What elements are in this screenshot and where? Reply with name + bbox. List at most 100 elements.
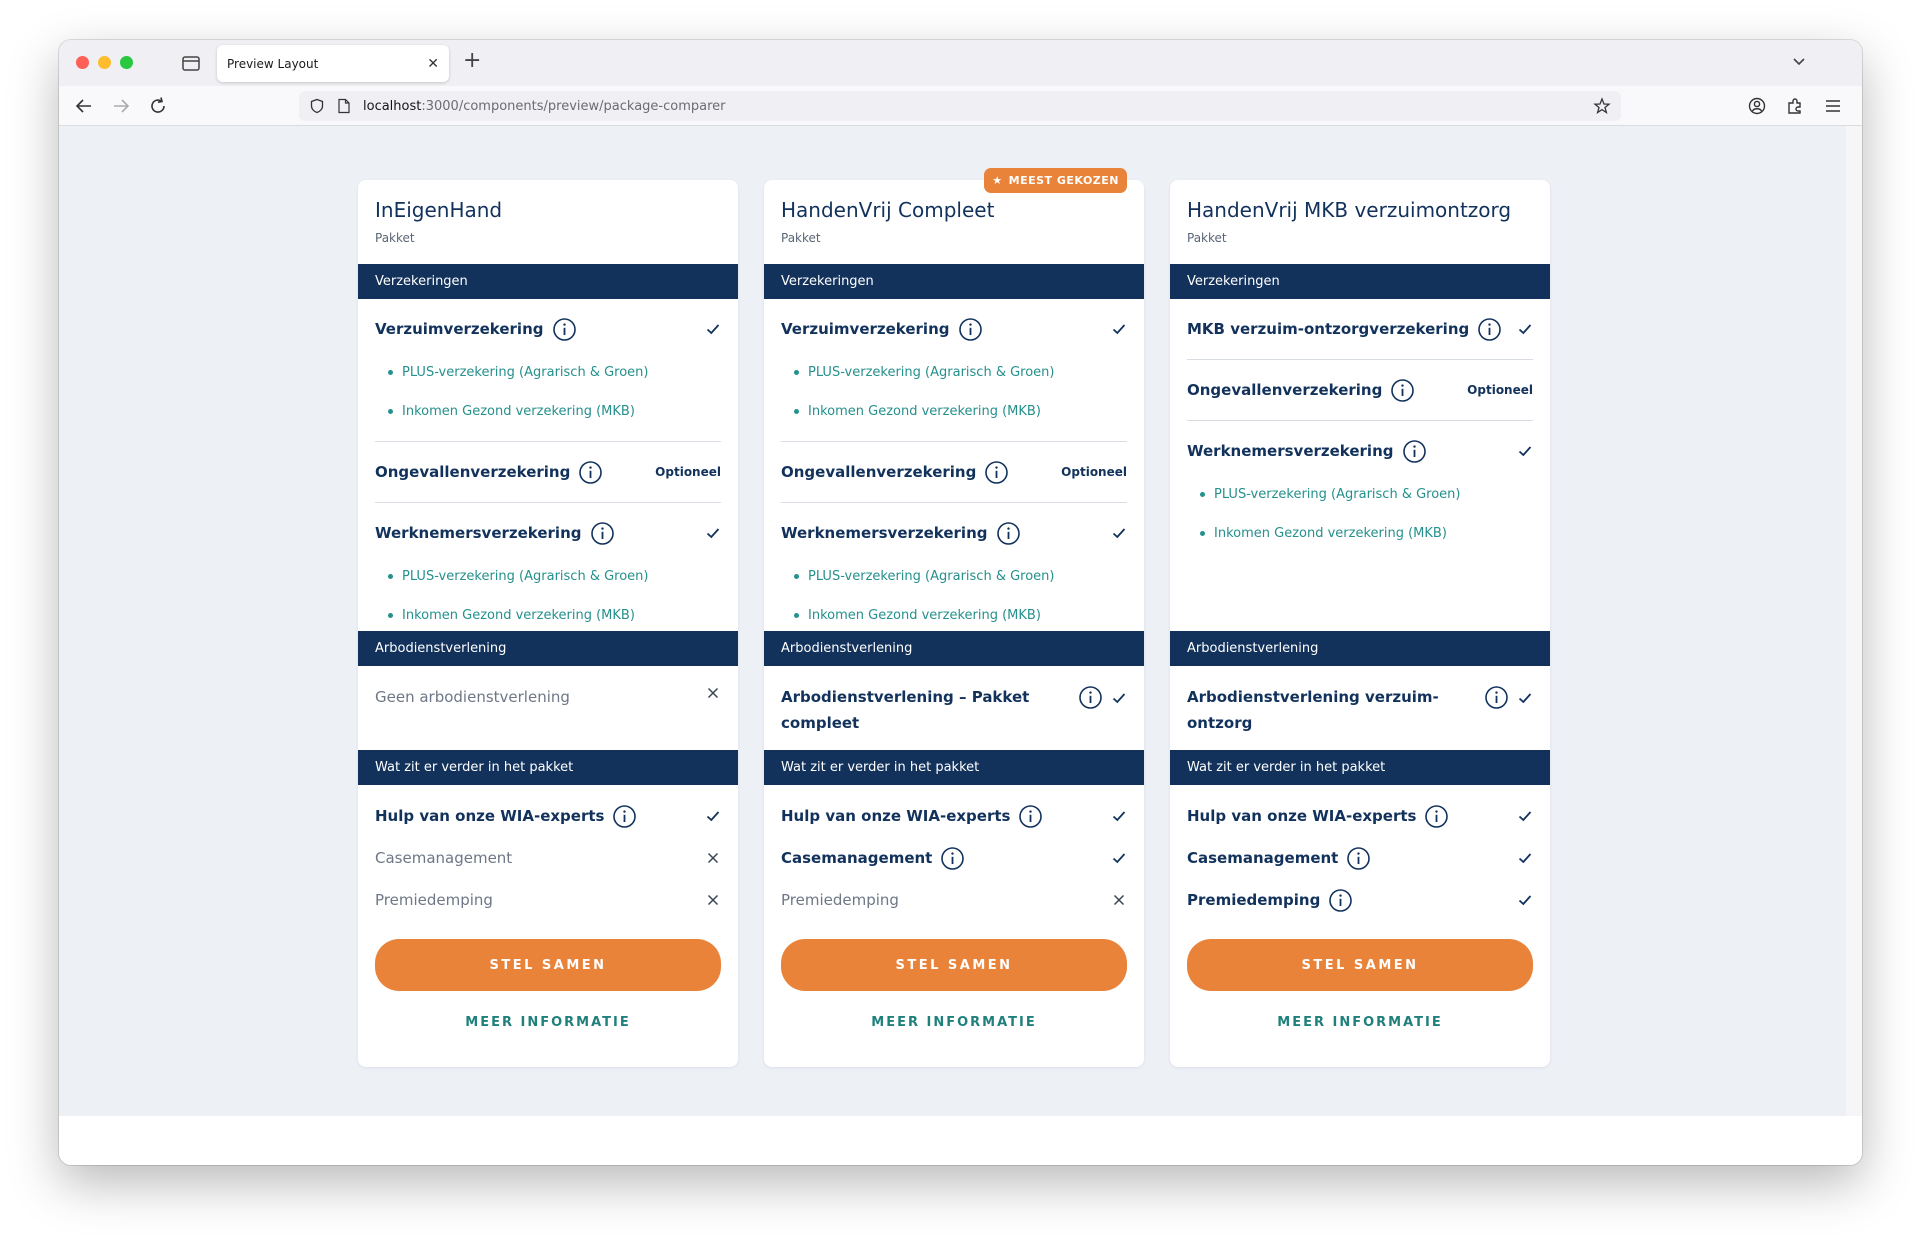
info-icon[interactable] bbox=[1018, 804, 1043, 829]
package-title: InEigenHand bbox=[375, 198, 503, 222]
stel-samen-button[interactable]: STEL SAMEN bbox=[1187, 939, 1533, 991]
info-icon[interactable] bbox=[984, 460, 1009, 485]
insurances-section: Verzuimverzekering PLUS-verzekering (Agra… bbox=[358, 299, 738, 631]
list-item[interactable]: PLUS-verzekering (Agrarisch & Groen) bbox=[388, 353, 721, 392]
toolbar-icons bbox=[1746, 95, 1844, 117]
tab-list-icon[interactable] bbox=[180, 52, 202, 74]
info-icon[interactable] bbox=[578, 460, 603, 485]
card-header: InEigenHand Pakket bbox=[358, 180, 738, 264]
extra-section: Hulp van onze WIA-experts Casemanagement P… bbox=[764, 795, 1144, 1030]
navigation-bar: localhost:3000/components/preview/packag… bbox=[59, 86, 1862, 126]
check-icon bbox=[1518, 692, 1532, 703]
extra-label: Hulp van onze WIA-experts bbox=[375, 804, 637, 829]
arbo-row: Geen arbodienstverlening bbox=[375, 666, 721, 710]
extensions-icon[interactable] bbox=[1784, 95, 1806, 117]
insurance-name: Werknemersverzekering bbox=[375, 524, 582, 542]
insurance-label: Ongevallenverzekering bbox=[1187, 378, 1415, 403]
info-icon[interactable] bbox=[1390, 378, 1415, 403]
list-item[interactable]: PLUS-verzekering (Agrarisch & Groen) bbox=[794, 353, 1127, 392]
scrollbar[interactable] bbox=[1846, 126, 1862, 1116]
insurance-label: Ongevallenverzekering bbox=[781, 460, 1009, 485]
list-item[interactable]: PLUS-verzekering (Agrarisch & Groen) bbox=[388, 557, 721, 596]
extra-row: Hulp van onze WIA-experts bbox=[781, 795, 1127, 837]
list-item[interactable]: Inkomen Gezond verzekering (MKB) bbox=[1200, 514, 1533, 553]
url-host: localhost bbox=[363, 98, 422, 114]
window-controls bbox=[76, 56, 133, 69]
close-icon[interactable]: ✕ bbox=[427, 56, 439, 72]
url-bar[interactable]: localhost:3000/components/preview/packag… bbox=[299, 91, 1621, 121]
list-item[interactable]: Inkomen Gezond verzekering (MKB) bbox=[388, 596, 721, 635]
check-icon bbox=[706, 528, 720, 539]
zoom-window-button[interactable] bbox=[120, 56, 133, 69]
info-icon[interactable] bbox=[1328, 888, 1353, 913]
list-item[interactable]: Inkomen Gezond verzekering (MKB) bbox=[388, 392, 721, 431]
stel-samen-button[interactable]: STEL SAMEN bbox=[375, 939, 721, 991]
info-icon[interactable] bbox=[1424, 804, 1449, 829]
meer-informatie-link[interactable]: MEER INFORMATIE bbox=[781, 1015, 1127, 1030]
insurance-name: Ongevallenverzekering bbox=[781, 463, 977, 481]
insurance-row: Werknemersverzekering bbox=[1187, 421, 1533, 481]
minimize-window-button[interactable] bbox=[98, 56, 111, 69]
info-icon[interactable] bbox=[940, 846, 965, 871]
section-header-insurances: Verzekeringen bbox=[764, 264, 1144, 299]
package-title: HandenVrij Compleet bbox=[781, 198, 995, 222]
arbo-section: Geen arbodienstverlening bbox=[358, 666, 738, 750]
check-icon bbox=[1518, 446, 1532, 457]
package-subtitle: Pakket bbox=[375, 231, 415, 245]
check-icon bbox=[1518, 811, 1532, 822]
meer-informatie-link[interactable]: MEER INFORMATIE bbox=[1187, 1015, 1533, 1030]
stel-samen-button[interactable]: STEL SAMEN bbox=[781, 939, 1127, 991]
extra-name: Premiedemping bbox=[781, 891, 899, 909]
chevron-down-icon[interactable] bbox=[1790, 52, 1808, 70]
back-arrow-icon[interactable] bbox=[73, 95, 95, 117]
info-icon[interactable] bbox=[996, 521, 1021, 546]
check-icon bbox=[1112, 811, 1126, 822]
info-icon[interactable] bbox=[612, 804, 637, 829]
extra-label: Casemanagement bbox=[781, 846, 965, 871]
cross-icon bbox=[707, 852, 719, 864]
insurance-name: Ongevallenverzekering bbox=[375, 463, 571, 481]
tab-preview-layout[interactable]: Preview Layout ✕ bbox=[217, 45, 449, 82]
insurance-label: Ongevallenverzekering bbox=[375, 460, 603, 485]
info-icon[interactable] bbox=[958, 317, 983, 342]
extra-name: Hulp van onze WIA-experts bbox=[1187, 807, 1417, 825]
info-icon[interactable] bbox=[1346, 846, 1371, 871]
extra-name: Hulp van onze WIA-experts bbox=[781, 807, 1011, 825]
extra-label: Casemanagement bbox=[375, 849, 512, 867]
url-text: localhost:3000/components/preview/packag… bbox=[363, 99, 725, 114]
extra-name: Hulp van onze WIA-experts bbox=[375, 807, 605, 825]
info-icon[interactable] bbox=[1484, 685, 1509, 710]
bottom-strip bbox=[59, 1116, 1862, 1165]
info-icon[interactable] bbox=[1078, 685, 1103, 710]
cross-icon bbox=[707, 894, 719, 906]
package-subtitle: Pakket bbox=[781, 231, 821, 245]
info-icon[interactable] bbox=[590, 521, 615, 546]
plus-icon[interactable]: + bbox=[463, 48, 481, 73]
list-item[interactable]: Inkomen Gezond verzekering (MKB) bbox=[794, 392, 1127, 431]
account-icon[interactable] bbox=[1746, 95, 1768, 117]
url-path: :3000/components/preview/package-compare… bbox=[421, 98, 726, 114]
list-item[interactable]: PLUS-verzekering (Agrarisch & Groen) bbox=[794, 557, 1127, 596]
info-icon[interactable] bbox=[552, 317, 577, 342]
bookmark-star-icon[interactable] bbox=[1593, 97, 1611, 115]
optional-label: Optioneel bbox=[1467, 383, 1533, 397]
extra-row: Casemanagement bbox=[781, 837, 1127, 879]
info-icon[interactable] bbox=[1402, 439, 1427, 464]
arbo-row: Arbodienstverlening verzuim-ontzorg bbox=[1187, 666, 1533, 736]
menu-icon[interactable] bbox=[1822, 95, 1844, 117]
close-window-button[interactable] bbox=[76, 56, 89, 69]
package-subtitle: Pakket bbox=[1187, 231, 1227, 245]
forward-arrow-icon[interactable] bbox=[110, 95, 132, 117]
shield-icon[interactable] bbox=[309, 98, 325, 114]
info-icon[interactable] bbox=[1477, 317, 1502, 342]
arbo-label: Arbodienstverlening verzuim-ontzorg bbox=[1187, 688, 1439, 732]
list-item[interactable]: Inkomen Gezond verzekering (MKB) bbox=[794, 596, 1127, 635]
reload-icon[interactable] bbox=[147, 95, 169, 117]
insurance-row: Verzuimverzekering bbox=[781, 299, 1127, 359]
insurances-section: MKB verzuim-ontzorgverzekering Ongevallen… bbox=[1170, 299, 1550, 631]
insurance-row: Ongevallenverzekering Optioneel bbox=[1187, 360, 1533, 420]
section-header-insurances: Verzekeringen bbox=[358, 264, 738, 299]
meer-informatie-link[interactable]: MEER INFORMATIE bbox=[375, 1015, 721, 1030]
list-item[interactable]: PLUS-verzekering (Agrarisch & Groen) bbox=[1200, 475, 1533, 514]
extra-label: Premiedemping bbox=[1187, 888, 1353, 913]
